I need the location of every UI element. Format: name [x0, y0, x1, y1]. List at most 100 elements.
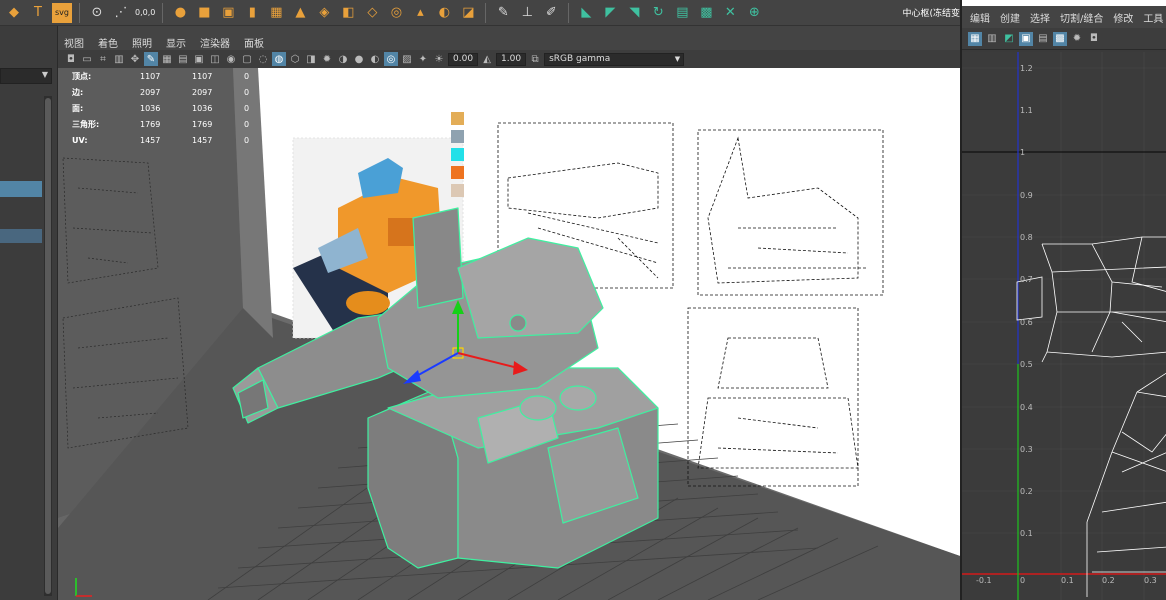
- edit-icon[interactable]: ✎: [493, 3, 513, 23]
- uv-y-tick: 0.2: [1020, 487, 1033, 496]
- sphere-icon[interactable]: ●: [170, 3, 190, 23]
- exposure-icon[interactable]: ☀: [432, 52, 446, 66]
- isolate-icon[interactable]: ▨: [400, 52, 414, 66]
- hud-value: 0: [244, 103, 250, 113]
- textured-icon[interactable]: ◨: [304, 52, 318, 66]
- uv-texture-icon[interactable]: ▣: [1019, 31, 1033, 46]
- gamma-field[interactable]: 1.00: [496, 52, 527, 66]
- camera-icon[interactable]: ◘: [64, 52, 78, 66]
- grid-icon[interactable]: ▦: [266, 3, 286, 23]
- gamma-icon[interactable]: ◭: [480, 52, 494, 66]
- menu-lighting[interactable]: 照明: [132, 35, 152, 50]
- uv-x-tick-labels: -0.1 0 0.1 0.2 0.3: [976, 576, 1157, 585]
- hud-value: 0: [244, 87, 250, 97]
- uv-image-icon[interactable]: ▤: [1036, 32, 1050, 46]
- aa-icon[interactable]: ◎: [384, 52, 398, 66]
- cube-icon[interactable]: ■: [194, 3, 214, 23]
- uv-editor-toolbar: ▦ ▥ ◩ ▣ ▤ ▩ ✹ ◘: [962, 28, 1166, 50]
- text-icon[interactable]: T: [28, 3, 48, 23]
- shadows-icon[interactable]: ◑: [336, 52, 350, 66]
- box-icon[interactable]: ▣: [218, 3, 238, 23]
- cylinder-icon[interactable]: ▮: [242, 3, 262, 23]
- knife-icon[interactable]: ▤: [672, 3, 692, 23]
- ao-icon[interactable]: ●: [352, 52, 366, 66]
- inspect-icon[interactable]: ⊙: [87, 3, 107, 23]
- exposure-field[interactable]: 0.00: [448, 52, 479, 66]
- bevel-icon[interactable]: ✐: [541, 3, 561, 23]
- cross-icon[interactable]: ✕: [720, 3, 740, 23]
- fill-icon[interactable]: ◣: [576, 3, 596, 23]
- hud-value: 1036: [192, 103, 213, 113]
- motion-blur-icon[interactable]: ◐: [368, 52, 382, 66]
- hud-value: 1769: [192, 119, 213, 129]
- torus-icon[interactable]: ◎: [386, 3, 406, 23]
- uv-snapshot-icon[interactable]: ◘: [1087, 32, 1101, 46]
- pyramid-icon[interactable]: ▲: [290, 3, 310, 23]
- menu-create[interactable]: 创建: [1000, 10, 1020, 25]
- uv-grid-icon[interactable]: ▦: [968, 31, 982, 46]
- svg-icon[interactable]: svg: [52, 2, 72, 23]
- checker-icon[interactable]: ▩: [696, 3, 716, 23]
- menu-cut-sew[interactable]: 切割/缝合: [1060, 10, 1103, 25]
- split-icon[interactable]: ◤: [600, 3, 620, 23]
- extrude-icon[interactable]: ⊥: [517, 3, 537, 23]
- uv-shell-icon[interactable]: ▥: [985, 32, 999, 46]
- uv-settings-icon[interactable]: ✹: [1070, 32, 1084, 46]
- uv-y-tick: 0.8: [1020, 233, 1033, 242]
- menu-edit[interactable]: 编辑: [970, 10, 990, 25]
- image-plane-icon[interactable]: ▥: [112, 52, 126, 66]
- outliner-selected-item[interactable]: [0, 181, 42, 197]
- wire-on-shaded-icon[interactable]: ⬡: [288, 52, 302, 66]
- lights-icon[interactable]: ✹: [320, 52, 334, 66]
- move-arrow-icon[interactable]: ◆: [4, 3, 24, 23]
- viewport-panel[interactable]: 视图 着色 照明 显示 渲染器 面板 ◘ ▭ ⌗ ▥ ✥ ✎ ▦ ▤ ▣ ◫ ◉…: [58, 34, 960, 600]
- 2d-pan-icon[interactable]: ✥: [128, 52, 142, 66]
- uv-shade-icon[interactable]: ◩: [1002, 32, 1016, 46]
- outliner-dropdown[interactable]: [0, 68, 52, 84]
- color-manage-icon[interactable]: ⧉: [528, 52, 542, 66]
- xray-icon[interactable]: ✦: [416, 52, 430, 66]
- menu-tools[interactable]: 工具: [1143, 10, 1163, 25]
- robot-joint: [509, 314, 527, 332]
- film-gate-icon[interactable]: ▤: [176, 52, 190, 66]
- menu-select[interactable]: 选择: [1030, 10, 1050, 25]
- wireframe-icon[interactable]: ◌: [256, 52, 270, 66]
- menu-panels[interactable]: 面板: [244, 35, 264, 50]
- merge-icon[interactable]: ◥: [624, 3, 644, 23]
- camera-attr-icon[interactable]: ▭: [80, 52, 94, 66]
- palette-swatch: [451, 112, 464, 125]
- hud-value: 1457: [192, 135, 213, 145]
- coords-label: 0,0,0: [135, 8, 156, 17]
- outliner-item[interactable]: [0, 229, 42, 243]
- box2-icon[interactable]: ◪: [458, 3, 478, 23]
- pipe-icon[interactable]: ◧: [338, 3, 358, 23]
- disk-icon[interactable]: ◐: [434, 3, 454, 23]
- outliner-scrollbar-thumb[interactable]: [45, 98, 51, 594]
- resolution-gate-icon[interactable]: ▣: [192, 52, 206, 66]
- hud-row-triangles: 三角形: 1769 1769 0: [72, 116, 249, 132]
- menu-renderer[interactable]: 渲染器: [200, 35, 230, 50]
- palette-swatch: [451, 184, 464, 197]
- color-space-select[interactable]: sRGB gamma: [544, 52, 685, 66]
- cut-icon[interactable]: ↻: [648, 3, 668, 23]
- helix-icon[interactable]: ◈: [314, 3, 334, 23]
- uv-checker-icon[interactable]: ▩: [1053, 31, 1067, 46]
- menu-show[interactable]: 显示: [166, 35, 186, 50]
- field-chart-icon[interactable]: ◉: [224, 52, 238, 66]
- uv-editor-panel: 编辑 创建 选择 切割/缝合 修改 工具 ▦ ▥ ◩ ▣ ▤ ▩ ✹ ◘ 1.2…: [960, 0, 1166, 600]
- grid-toggle-icon[interactable]: ▦: [160, 52, 174, 66]
- uv-view[interactable]: 1.2 1.1 1 0.9 0.8 0.7 0.6 0.5 0.4 0.3 0.…: [962, 52, 1166, 600]
- menu-modify[interactable]: 修改: [1113, 10, 1133, 25]
- pivot-freeze-label[interactable]: 中心枢(冻结变: [902, 6, 960, 19]
- safe-action-icon[interactable]: ▢: [240, 52, 254, 66]
- menu-shading[interactable]: 着色: [98, 35, 118, 50]
- cone-icon[interactable]: ▴: [410, 3, 430, 23]
- menu-view[interactable]: 视图: [64, 35, 84, 50]
- target-icon[interactable]: ⊕: [744, 3, 764, 23]
- gate-mask-icon[interactable]: ◫: [208, 52, 222, 66]
- plane-icon[interactable]: ◇: [362, 3, 382, 23]
- bookmark-icon[interactable]: ⌗: [96, 52, 110, 66]
- measure-icon[interactable]: ⋰: [111, 3, 131, 23]
- grease-pencil-icon[interactable]: ✎: [144, 52, 158, 66]
- smooth-shade-icon[interactable]: ◍: [272, 52, 286, 66]
